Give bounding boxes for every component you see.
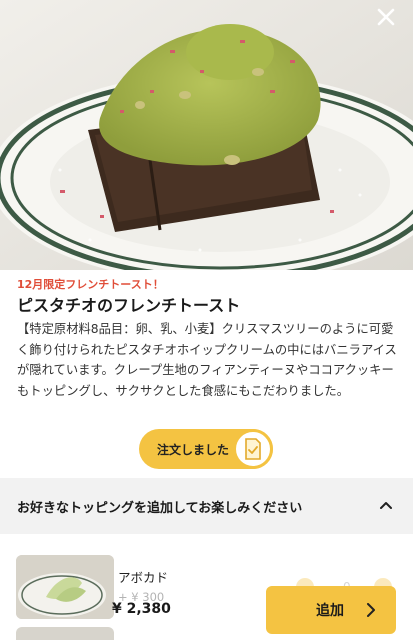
close-icon[interactable]	[375, 6, 397, 28]
order-status-pill[interactable]: 注文しました	[139, 429, 273, 469]
order-status-label: 注文しました	[157, 442, 230, 457]
add-button[interactable]: 追加	[266, 586, 396, 634]
chevron-up-icon[interactable]	[379, 498, 393, 512]
product-hero-image	[0, 0, 413, 270]
toppings-section-header[interactable]: お好きなトッピングを追加してお楽しみください	[0, 478, 413, 534]
limited-badge-label: 12月限定フレンチトースト！	[17, 278, 164, 291]
product-description: 【特定原材料8品目：卵、乳、小麦】クリスマスツリーのように可愛く飾り付けられたピ…	[17, 322, 397, 398]
total-price: ¥ 2,380	[112, 601, 171, 617]
topping-name: アボカド	[118, 570, 169, 585]
order-check-icon	[233, 429, 273, 469]
topping-thumbnail-next	[16, 627, 114, 640]
add-button-label: 追加	[316, 603, 344, 619]
toppings-header-label: お好きなトッピングを追加してお楽しみください	[17, 500, 303, 516]
topping-thumbnail	[16, 555, 114, 619]
chevron-right-icon	[367, 603, 375, 617]
product-title: ピスタチオのフレンチトースト	[17, 296, 241, 315]
